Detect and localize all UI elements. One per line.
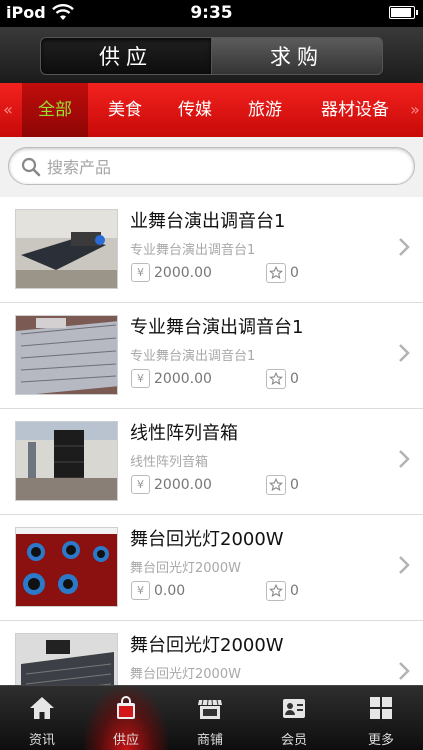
bag-icon [117, 696, 135, 719]
product-title: 线性阵列音箱 [130, 423, 238, 444]
chevron-right-icon [399, 450, 410, 468]
nav-label: 资讯 [28, 733, 55, 748]
product-row[interactable]: 业舞台演出调音台1 专业舞台演出调音台1 ¥ 2000.00 0 [0, 197, 423, 303]
product-list: 业舞台演出调音台1 专业舞台演出调音台1 ¥ 2000.00 0 专业舞台演出调… [0, 197, 423, 685]
segment-purchase[interactable]: 求购 [211, 37, 383, 75]
status-bar: iPod 9:35 [0, 0, 423, 27]
product-title: 舞台回光灯2000W [130, 529, 284, 550]
product-row[interactable]: 舞台回光灯2000W 舞台回光灯2000W ¥ 0.00 0 [0, 515, 423, 621]
grid-icon [370, 697, 392, 719]
price-icon: ¥ [131, 581, 150, 600]
nav-item-shop[interactable]: 商铺 [168, 686, 252, 750]
product-subtitle: 舞台回光灯2000W [130, 561, 241, 576]
product-price: 0.00 [154, 583, 186, 599]
chevron-right-icon [399, 662, 410, 680]
price-icon: ¥ [131, 369, 150, 388]
star-icon[interactable] [266, 581, 286, 601]
favorite-count: 0 [290, 583, 299, 599]
product-subtitle: 舞台回光灯2000W [130, 667, 241, 682]
category-tab-media[interactable]: 传媒 [162, 83, 228, 137]
battery-icon [389, 6, 418, 19]
home-icon [30, 697, 54, 719]
star-icon[interactable] [266, 263, 286, 283]
star-icon[interactable] [266, 369, 286, 389]
favorite-count: 0 [290, 477, 299, 493]
segment-supply[interactable]: 供应 [40, 37, 212, 75]
nav-label: 供应 [112, 733, 139, 748]
product-image [15, 527, 118, 607]
nav-item-supply[interactable]: 供应 [84, 686, 168, 750]
product-image [15, 315, 118, 395]
product-row[interactable]: 线性阵列音箱 线性阵列音箱 ¥ 2000.00 0 [0, 409, 423, 515]
product-title: 业舞台演出调音台1 [130, 211, 286, 232]
bottom-nav: 资讯 供应 商铺 会员 更多 [0, 685, 423, 750]
product-subtitle: 专业舞台演出调音台1 [130, 349, 256, 364]
price-icon: ¥ [131, 263, 150, 282]
category-bar: « 全部 美食 传媒 旅游 器材设备 » [0, 83, 423, 137]
search-area [0, 137, 423, 197]
product-row[interactable]: 舞台回光灯2000W 舞台回光灯2000W [0, 621, 423, 685]
chevron-right-icon[interactable]: » [407, 83, 423, 137]
category-tab-travel[interactable]: 旅游 [232, 83, 298, 137]
product-price: 2000.00 [154, 265, 212, 281]
product-image [15, 209, 118, 289]
clock: 9:35 [190, 3, 233, 23]
star-icon[interactable] [266, 475, 286, 495]
product-title: 舞台回光灯2000W [130, 635, 284, 656]
chevron-left-icon[interactable]: « [0, 83, 16, 137]
nav-item-more[interactable]: 更多 [339, 686, 423, 750]
product-image [15, 633, 118, 685]
product-title: 专业舞台演出调音台1 [130, 317, 304, 338]
category-tab-equipment[interactable]: 器材设备 [305, 83, 405, 137]
category-tab-all[interactable]: 全部 [22, 83, 88, 137]
search-box[interactable] [8, 147, 415, 185]
category-tab-food[interactable]: 美食 [92, 83, 158, 137]
member-card-icon [283, 699, 305, 718]
nav-item-member[interactable]: 会员 [252, 686, 336, 750]
product-subtitle: 线性阵列音箱 [130, 455, 209, 470]
chevron-right-icon [399, 344, 410, 362]
nav-label: 会员 [280, 733, 307, 748]
favorite-count: 0 [290, 265, 299, 281]
chevron-right-icon [399, 556, 410, 574]
product-row[interactable]: 专业舞台演出调音台1 专业舞台演出调音台1 ¥ 2000.00 0 [0, 303, 423, 409]
search-icon [21, 157, 41, 177]
price-icon: ¥ [131, 475, 150, 494]
search-input[interactable] [47, 155, 397, 179]
product-subtitle: 专业舞台演出调音台1 [130, 243, 256, 258]
nav-item-news[interactable]: 资讯 [0, 686, 84, 750]
product-price: 2000.00 [154, 477, 212, 493]
product-price: 2000.00 [154, 371, 212, 387]
top-header: 供应 求购 [0, 27, 423, 83]
favorite-count: 0 [290, 371, 299, 387]
nav-label: 商铺 [196, 733, 223, 748]
chevron-right-icon [399, 238, 410, 256]
product-image [15, 421, 118, 501]
nav-label: 更多 [367, 733, 394, 748]
shop-icon [198, 699, 222, 719]
